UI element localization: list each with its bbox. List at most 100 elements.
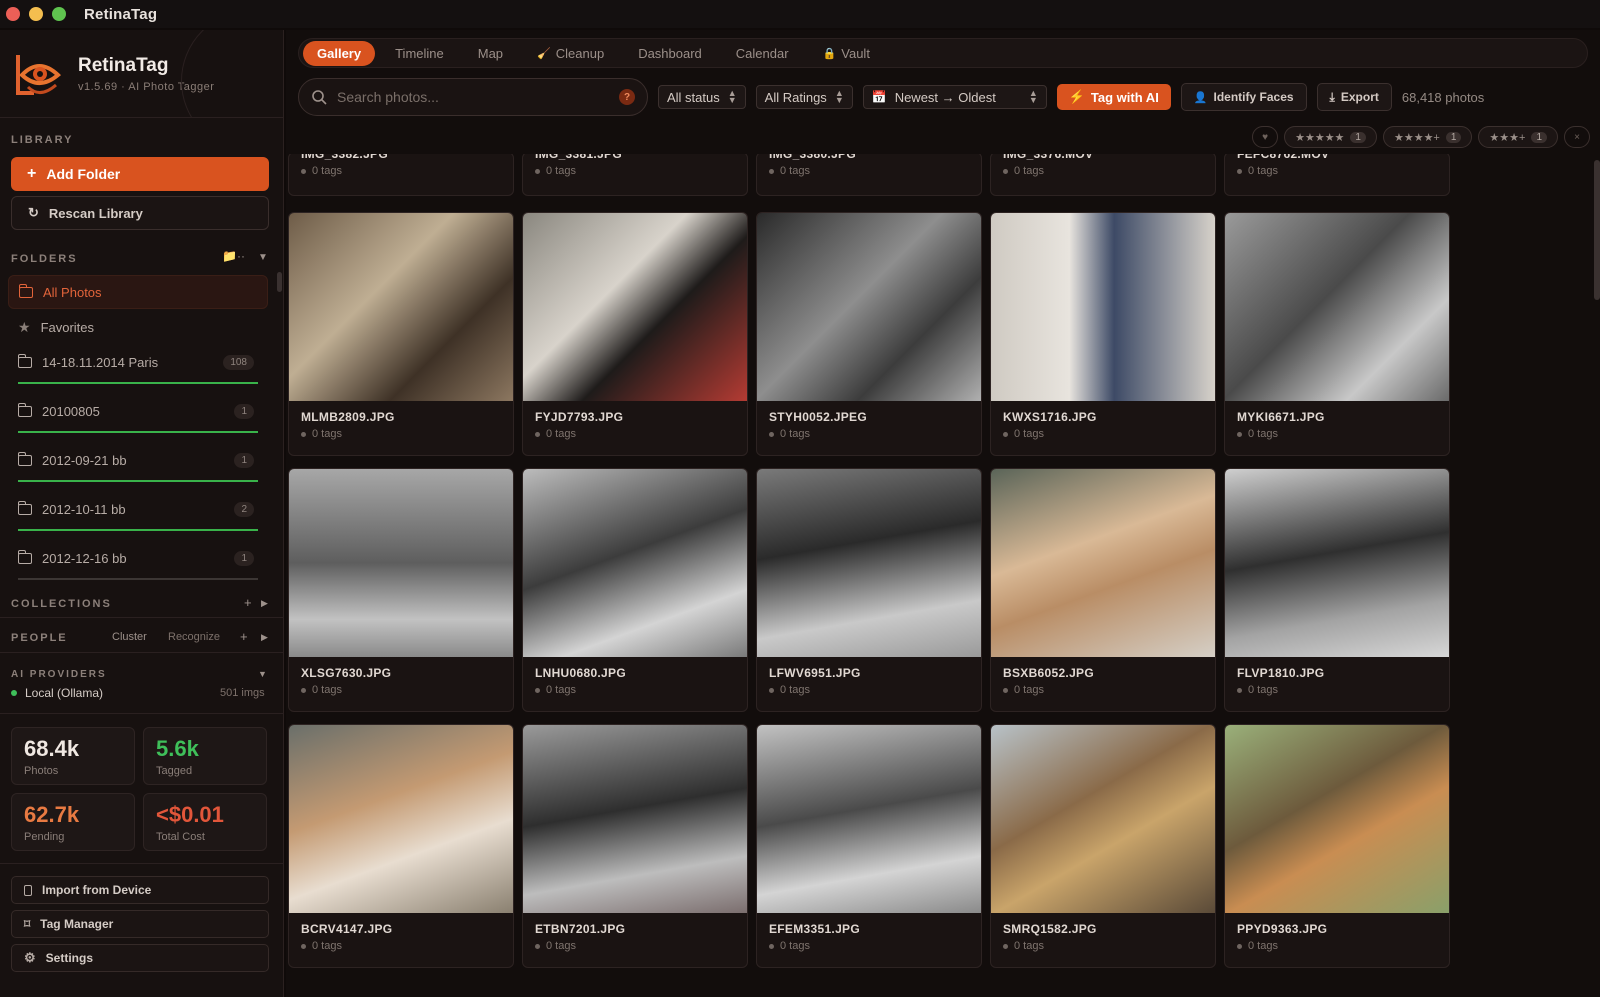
import-from-device-button[interactable]: Import from Device	[11, 876, 269, 904]
search-icon	[312, 90, 327, 105]
status-filter-select[interactable]: All status ▲ ▼	[658, 85, 746, 109]
favorite-filter-chip[interactable]: ♥	[1252, 126, 1279, 148]
photo-card[interactable]: EFEM3351.JPG 0 tags	[756, 724, 982, 968]
photo-card[interactable]: FYJD7793.JPG 0 tags	[522, 212, 748, 456]
photo-card[interactable]: IMG_3381.JPG 0 tags	[522, 154, 748, 196]
folders-collapse-icon[interactable]: ▼	[258, 252, 268, 263]
tab-calendar[interactable]: Calendar	[722, 41, 803, 66]
photo-card[interactable]: STYH0052.JPEG 0 tags	[756, 212, 982, 456]
clear-filter-chip[interactable]: ×	[1564, 126, 1590, 148]
photo-card[interactable]: PPYD9363.JPG 0 tags	[1224, 724, 1450, 968]
close-window-button[interactable]	[6, 7, 20, 21]
folder-paris-2014[interactable]: 14-18.11.2014 Paris 108	[8, 345, 268, 379]
photo-thumbnail[interactable]	[523, 725, 747, 913]
photo-thumbnail[interactable]	[991, 725, 1215, 913]
photo-thumbnail[interactable]	[523, 213, 747, 401]
folders-label: FOLDERS	[11, 253, 78, 265]
tab-vault[interactable]: 🔒 Vault	[809, 41, 884, 66]
folder-options-icon[interactable]: 📁··	[222, 249, 245, 263]
folder-icon	[17, 402, 32, 417]
photo-tag-count: 0 tags	[1225, 936, 1449, 952]
photo-card[interactable]: SMRQ1582.JPG 0 tags	[990, 724, 1216, 968]
tab-timeline[interactable]: Timeline	[381, 41, 458, 66]
folder-progress-bar	[18, 431, 258, 433]
minimize-window-button[interactable]	[29, 7, 43, 21]
ratings-filter-select[interactable]: All Ratings ▲ ▼	[755, 85, 853, 109]
rating-5-chip[interactable]: ★★★★★ 1	[1284, 126, 1377, 148]
photo-thumbnail[interactable]	[991, 213, 1215, 401]
photo-card[interactable]: XLSG7630.JPG 0 tags	[288, 468, 514, 712]
folder-favorites[interactable]: ★ Favorites	[8, 310, 268, 344]
tab-map[interactable]: Map	[464, 41, 517, 66]
photo-card[interactable]: LFWV6951.JPG 0 tags	[756, 468, 982, 712]
photo-thumbnail[interactable]	[289, 213, 513, 401]
photo-card[interactable]: BCRV4147.JPG 0 tags	[288, 724, 514, 968]
photo-thumbnail[interactable]	[1225, 469, 1449, 657]
add-collection-icon[interactable]: +	[244, 595, 252, 610]
settings-button[interactable]: ⚙ Settings	[11, 944, 269, 972]
toolbar: ? All status ▲▼ All Ratings ▲▼ 📅 Newest …	[298, 78, 1484, 116]
calendar-icon: 📅	[871, 90, 887, 104]
photo-filename: BCRV4147.JPG	[301, 922, 393, 936]
photo-thumbnail[interactable]	[757, 725, 981, 913]
search-help-icon[interactable]: ?	[619, 89, 635, 105]
export-button[interactable]: ⤓ Export	[1316, 83, 1392, 111]
photo-card[interactable]: LNHU0680.JPG 0 tags	[522, 468, 748, 712]
folder-icon	[17, 451, 32, 466]
tag-with-ai-button[interactable]: ⚡ Tag with AI	[1056, 84, 1171, 110]
zoom-window-button[interactable]	[52, 7, 66, 21]
rescan-library-button[interactable]: ↻ Rescan Library	[11, 196, 269, 230]
folder-2012-10-11[interactable]: 2012-10-11 bb 2	[8, 492, 268, 526]
folder-2012-12-16[interactable]: 2012-12-16 bb 1	[8, 541, 268, 575]
collections-expand-icon[interactable]: ▶	[261, 598, 268, 609]
folder-20100805[interactable]: 20100805 1	[8, 394, 268, 428]
cluster-button[interactable]: Cluster	[112, 631, 147, 643]
photo-card[interactable]: MLMB2809.JPG 0 tags	[288, 212, 514, 456]
photo-thumbnail[interactable]	[523, 469, 747, 657]
photo-card[interactable]: IMG_3380.JPG 0 tags	[756, 154, 982, 196]
sidebar-scrollbar[interactable]	[277, 272, 282, 292]
tab-cleanup[interactable]: 🧹 Cleanup	[523, 41, 618, 66]
folder-2012-09-21[interactable]: 2012-09-21 bb 1	[8, 443, 268, 477]
photo-thumbnail[interactable]	[757, 469, 981, 657]
recognize-button[interactable]: Recognize	[168, 631, 220, 643]
photo-tag-count: 0 tags	[991, 936, 1215, 952]
sort-order-select[interactable]: 📅 Newest → Oldest ▲ ▼	[862, 85, 1047, 109]
add-person-icon[interactable]: +	[240, 629, 248, 644]
photo-thumbnail[interactable]	[991, 469, 1215, 657]
identify-faces-button[interactable]: 👤 Identify Faces	[1180, 83, 1307, 111]
photo-card[interactable]: FEFC8762.MOV 0 tags	[1224, 154, 1450, 196]
photo-card[interactable]: IMG_3376.MOV 0 tags	[990, 154, 1216, 196]
tab-gallery[interactable]: Gallery	[303, 40, 376, 66]
photo-thumbnail[interactable]	[289, 725, 513, 913]
add-folder-button[interactable]: + Add Folder	[11, 157, 269, 191]
folder-count-badge: 1	[234, 403, 254, 419]
rating-3-chip[interactable]: ★★★+ 1	[1478, 126, 1558, 148]
people-expand-icon[interactable]: ▶	[261, 632, 268, 643]
folder-all-photos[interactable]: All Photos	[8, 275, 268, 309]
photo-card[interactable]: BSXB6052.JPG 0 tags	[990, 468, 1216, 712]
ai-providers-collapse-icon[interactable]: ▼	[258, 669, 267, 679]
photo-thumbnail[interactable]	[757, 213, 981, 401]
photo-card[interactable]: MYKI6671.JPG 0 tags	[1224, 212, 1450, 456]
photo-card[interactable]: IMG_3382.JPG 0 tags	[288, 154, 514, 196]
provider-name[interactable]: Local (Ollama)	[25, 686, 103, 700]
select-arrows-icon: ▲ ▼	[834, 88, 844, 105]
brand-version: v1.5.69 · AI Photo Tagger	[78, 80, 215, 93]
photo-tag-count: 0 tags	[523, 424, 747, 440]
photo-card[interactable]: ETBN7201.JPG 0 tags	[522, 724, 748, 968]
rating-4-chip[interactable]: ★★★★+ 1	[1382, 126, 1473, 148]
photo-card[interactable]: FLVP1810.JPG 0 tags	[1224, 468, 1450, 712]
photo-thumbnail[interactable]	[289, 469, 513, 657]
photo-thumbnail[interactable]	[1225, 725, 1449, 913]
photo-card[interactable]: KWXS1716.JPG 0 tags	[990, 212, 1216, 456]
folder-progress-bar	[18, 529, 258, 531]
tag-manager-button[interactable]: ⌑ Tag Manager	[11, 910, 269, 938]
tab-dashboard[interactable]: Dashboard	[624, 41, 716, 66]
folder-progress-bar	[18, 382, 258, 384]
stat-cost: <$0.01 Total Cost	[143, 793, 267, 851]
grid-scrollbar[interactable]	[1594, 160, 1600, 300]
search-input[interactable]	[337, 89, 609, 105]
photo-thumbnail[interactable]	[1225, 213, 1449, 401]
photo-filename: ETBN7201.JPG	[535, 922, 626, 936]
